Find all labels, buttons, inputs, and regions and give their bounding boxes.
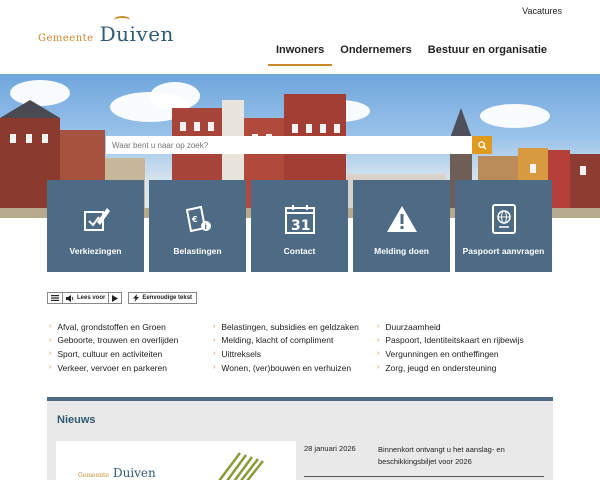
search-icon bbox=[477, 140, 487, 150]
readspeaker-listen-label: Lees voor bbox=[77, 295, 106, 301]
topic-link[interactable]: › Afval, grondstoffen en Groen bbox=[49, 320, 213, 334]
svg-text:€: € bbox=[191, 215, 198, 224]
calendar-icon: 31 bbox=[284, 205, 315, 234]
topic-link[interactable]: › Geboorte, trouwen en overlijden bbox=[49, 334, 213, 348]
topic-link[interactable]: › Wonen, (ver)bouwen en verhuizen bbox=[213, 361, 377, 375]
quick-tiles: Verkiezingen € i Belastingen 31 Contact … bbox=[47, 180, 552, 272]
pencil-check-icon bbox=[83, 208, 110, 231]
tile-label: Belastingen bbox=[173, 246, 222, 256]
lightning-icon bbox=[133, 294, 140, 302]
chevron-right-icon: › bbox=[49, 364, 52, 372]
chevron-right-icon: › bbox=[213, 350, 216, 358]
passport-icon bbox=[491, 204, 516, 234]
chevron-right-icon: › bbox=[377, 364, 380, 372]
topic-column-1: › Afval, grondstoffen en Groen › Geboorte,… bbox=[49, 320, 213, 374]
topic-link[interactable]: › Verkeer, vervoer en parkeren bbox=[49, 361, 213, 375]
chevron-right-icon: › bbox=[49, 323, 52, 331]
tile-belastingen[interactable]: € i Belastingen bbox=[149, 180, 246, 272]
tile-contact[interactable]: 31 Contact bbox=[251, 180, 348, 272]
chevron-right-icon: › bbox=[377, 350, 380, 358]
readspeaker-bar: Lees voor Eenvoudige tekst bbox=[47, 292, 198, 304]
topic-link[interactable]: › Duurzaamheid bbox=[377, 320, 541, 334]
logo-gemeente-text: Gemeente bbox=[38, 33, 94, 44]
svg-text:i: i bbox=[204, 223, 206, 231]
play-icon bbox=[112, 294, 119, 302]
readspeaker-player: Lees voor bbox=[47, 292, 123, 304]
news-card-image[interactable]: Gemeente Duiven bbox=[56, 441, 296, 480]
topic-link[interactable]: › Uittreksels bbox=[213, 347, 377, 361]
topic-link[interactable]: › Zorg, jeugd en ondersteuning bbox=[377, 361, 541, 375]
chevron-right-icon: › bbox=[377, 336, 380, 344]
chevron-right-icon: › bbox=[213, 364, 216, 372]
readspeaker-menu-button[interactable] bbox=[48, 293, 63, 303]
topic-column-3: › Duurzaamheid › Paspoort, Identiteitskaar… bbox=[377, 320, 541, 374]
vacatures-link[interactable]: Vacatures bbox=[522, 6, 562, 16]
menu-icon bbox=[51, 295, 59, 301]
topic-links: › Afval, grondstoffen en Groen › Geboorte,… bbox=[49, 320, 541, 374]
topic-link[interactable]: › Paspoort, Identiteitskaart en rijbewijs bbox=[377, 334, 541, 348]
stripes-graphic-icon bbox=[218, 452, 264, 480]
nav-ondernemers[interactable]: Ondernemers bbox=[332, 42, 420, 66]
tile-paspoort[interactable]: Paspoort aanvragen bbox=[455, 180, 552, 272]
news-heading: Nieuws bbox=[57, 414, 96, 426]
topic-link[interactable]: › Melding, klacht of compliment bbox=[213, 334, 377, 348]
logo[interactable]: Gemeente Duiven bbox=[38, 16, 174, 46]
simple-text-button[interactable]: Eenvoudige tekst bbox=[128, 292, 198, 304]
nav-inwoners[interactable]: Inwoners bbox=[267, 42, 333, 66]
tile-label: Paspoort aanvragen bbox=[462, 246, 545, 256]
topic-link[interactable]: › Belastingen, subsidies en geldzaken bbox=[213, 320, 377, 334]
search-input[interactable] bbox=[106, 136, 472, 154]
simple-text-label: Eenvoudige tekst bbox=[142, 295, 193, 301]
topic-link[interactable]: › Sport, cultuur en activiteiten bbox=[49, 347, 213, 361]
tax-document-icon: € i bbox=[185, 205, 211, 233]
chevron-right-icon: › bbox=[213, 336, 216, 344]
search-button[interactable] bbox=[472, 136, 492, 154]
search-bar bbox=[106, 136, 492, 154]
chevron-right-icon: › bbox=[49, 336, 52, 344]
main-nav: Inwoners Ondernemers Bestuur en organisa… bbox=[267, 42, 555, 66]
speaker-icon bbox=[66, 294, 74, 302]
news-date: 28 januari 2026 bbox=[304, 444, 356, 453]
news-divider bbox=[304, 476, 544, 477]
chevron-right-icon: › bbox=[377, 323, 380, 331]
tile-label: Melding doen bbox=[374, 246, 429, 256]
news-section: Nieuws Gemeente Duiven 28 januari 2026 B… bbox=[47, 397, 553, 480]
tile-verkiezingen[interactable]: Verkiezingen bbox=[47, 180, 144, 272]
readspeaker-play-button[interactable] bbox=[109, 293, 121, 303]
chevron-right-icon: › bbox=[49, 350, 52, 358]
tile-label: Contact bbox=[283, 246, 316, 256]
news-card-logo: Gemeente Duiven bbox=[78, 466, 156, 480]
nav-bestuur[interactable]: Bestuur en organisatie bbox=[420, 42, 555, 66]
chevron-right-icon: › bbox=[213, 323, 216, 331]
readspeaker-listen-button[interactable]: Lees voor bbox=[63, 293, 110, 303]
tile-melding-doen[interactable]: Melding doen bbox=[353, 180, 450, 272]
news-headline-link[interactable]: Binnenkort ontvangt u het aanslag- en be… bbox=[378, 444, 548, 467]
warning-icon bbox=[386, 206, 417, 232]
topic-link[interactable]: › Vergunningen en ontheffingen bbox=[377, 347, 541, 361]
logo-duiven-text: Duiven bbox=[100, 16, 174, 46]
topic-column-2: › Belastingen, subsidies en geldzaken › Me… bbox=[213, 320, 377, 374]
tile-label: Verkiezingen bbox=[69, 246, 122, 256]
svg-text:31: 31 bbox=[291, 218, 310, 234]
